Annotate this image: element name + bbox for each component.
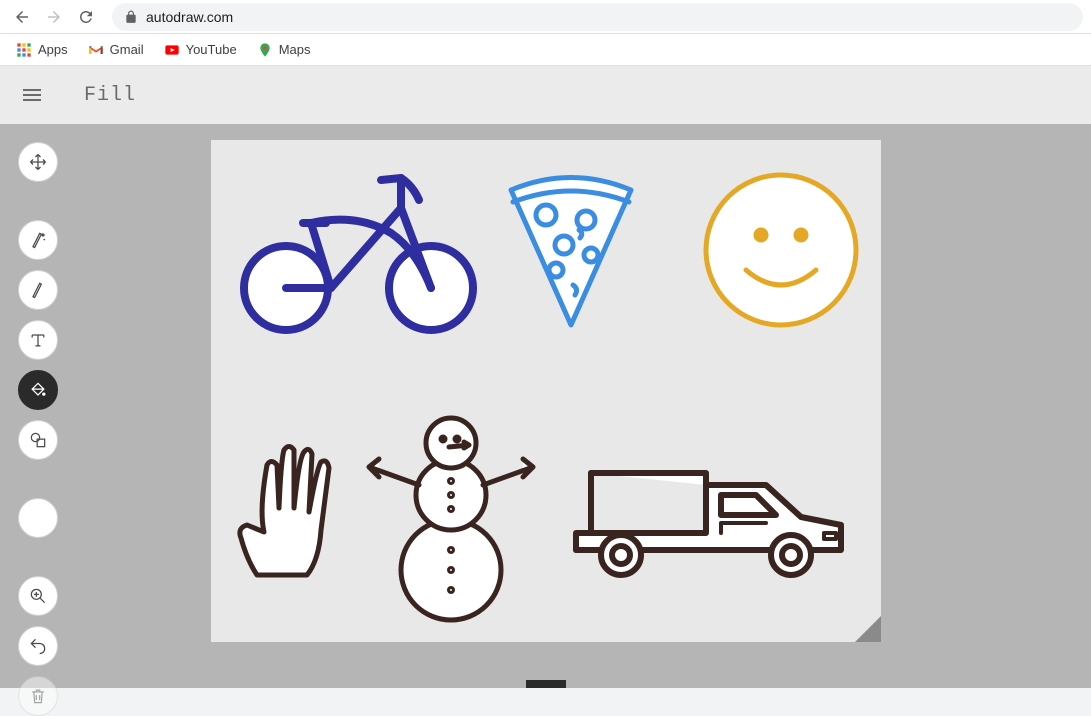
toolbar [18, 142, 58, 716]
undo-icon [28, 636, 48, 656]
zoom-slider-track [0, 680, 1091, 688]
delete-tool[interactable] [18, 676, 58, 716]
apps-icon [16, 42, 32, 58]
hand-drawing[interactable] [229, 440, 344, 580]
draw-tool[interactable] [18, 270, 58, 310]
bookmark-label: YouTube [186, 42, 237, 57]
pencil-icon [28, 280, 48, 300]
url-text: autodraw.com [146, 9, 233, 25]
select-tool[interactable] [18, 142, 58, 182]
hamburger-icon [20, 83, 44, 107]
bookmark-maps[interactable]: Maps [249, 38, 319, 62]
zoom-tool[interactable] [18, 576, 58, 616]
lock-icon [124, 10, 138, 24]
bookmark-gmail[interactable]: Gmail [80, 38, 152, 62]
menu-button[interactable] [20, 83, 44, 107]
current-tool-label: Fill [84, 84, 136, 107]
canvas-resize-handle[interactable] [855, 616, 881, 642]
text-icon [28, 330, 48, 350]
bookmark-label: Gmail [110, 42, 144, 57]
fill-icon [28, 380, 48, 400]
youtube-icon [164, 42, 180, 58]
arrow-left-icon [13, 8, 31, 26]
autodraw-tool[interactable] [18, 220, 58, 260]
canvas-area [0, 124, 1091, 688]
reload-icon [77, 8, 95, 26]
trash-icon [28, 686, 48, 706]
shape-icon [28, 430, 48, 450]
maps-icon [257, 42, 273, 58]
pizza-drawing[interactable] [501, 170, 641, 330]
workspace [0, 124, 1091, 688]
bookmark-youtube[interactable]: YouTube [156, 38, 245, 62]
fill-tool[interactable] [18, 370, 58, 410]
zoom-icon [28, 586, 48, 606]
smiley-drawing[interactable] [701, 170, 861, 330]
arrow-right-icon [45, 8, 63, 26]
bookmark-label: Apps [38, 42, 68, 57]
bookmark-label: Maps [279, 42, 311, 57]
zoom-slider-handle[interactable] [526, 680, 566, 688]
color-picker[interactable] [18, 498, 58, 538]
bookmark-apps[interactable]: Apps [8, 38, 76, 62]
app-header: Fill [0, 66, 1091, 124]
back-button[interactable] [8, 3, 36, 31]
autodraw-icon [28, 230, 48, 250]
text-tool[interactable] [18, 320, 58, 360]
undo-tool[interactable] [18, 626, 58, 666]
shape-tool[interactable] [18, 420, 58, 460]
gmail-icon [88, 42, 104, 58]
bookmarks-bar: Apps Gmail YouTube Maps [0, 34, 1091, 66]
drawing-canvas[interactable] [211, 140, 881, 642]
forward-button[interactable] [40, 3, 68, 31]
reload-button[interactable] [72, 3, 100, 31]
address-bar[interactable]: autodraw.com [112, 3, 1083, 31]
bicycle-drawing[interactable] [231, 158, 486, 338]
move-icon [28, 152, 48, 172]
browser-nav-bar: autodraw.com [0, 0, 1091, 34]
truck-drawing[interactable] [566, 455, 856, 585]
snowman-drawing[interactable] [351, 395, 551, 625]
